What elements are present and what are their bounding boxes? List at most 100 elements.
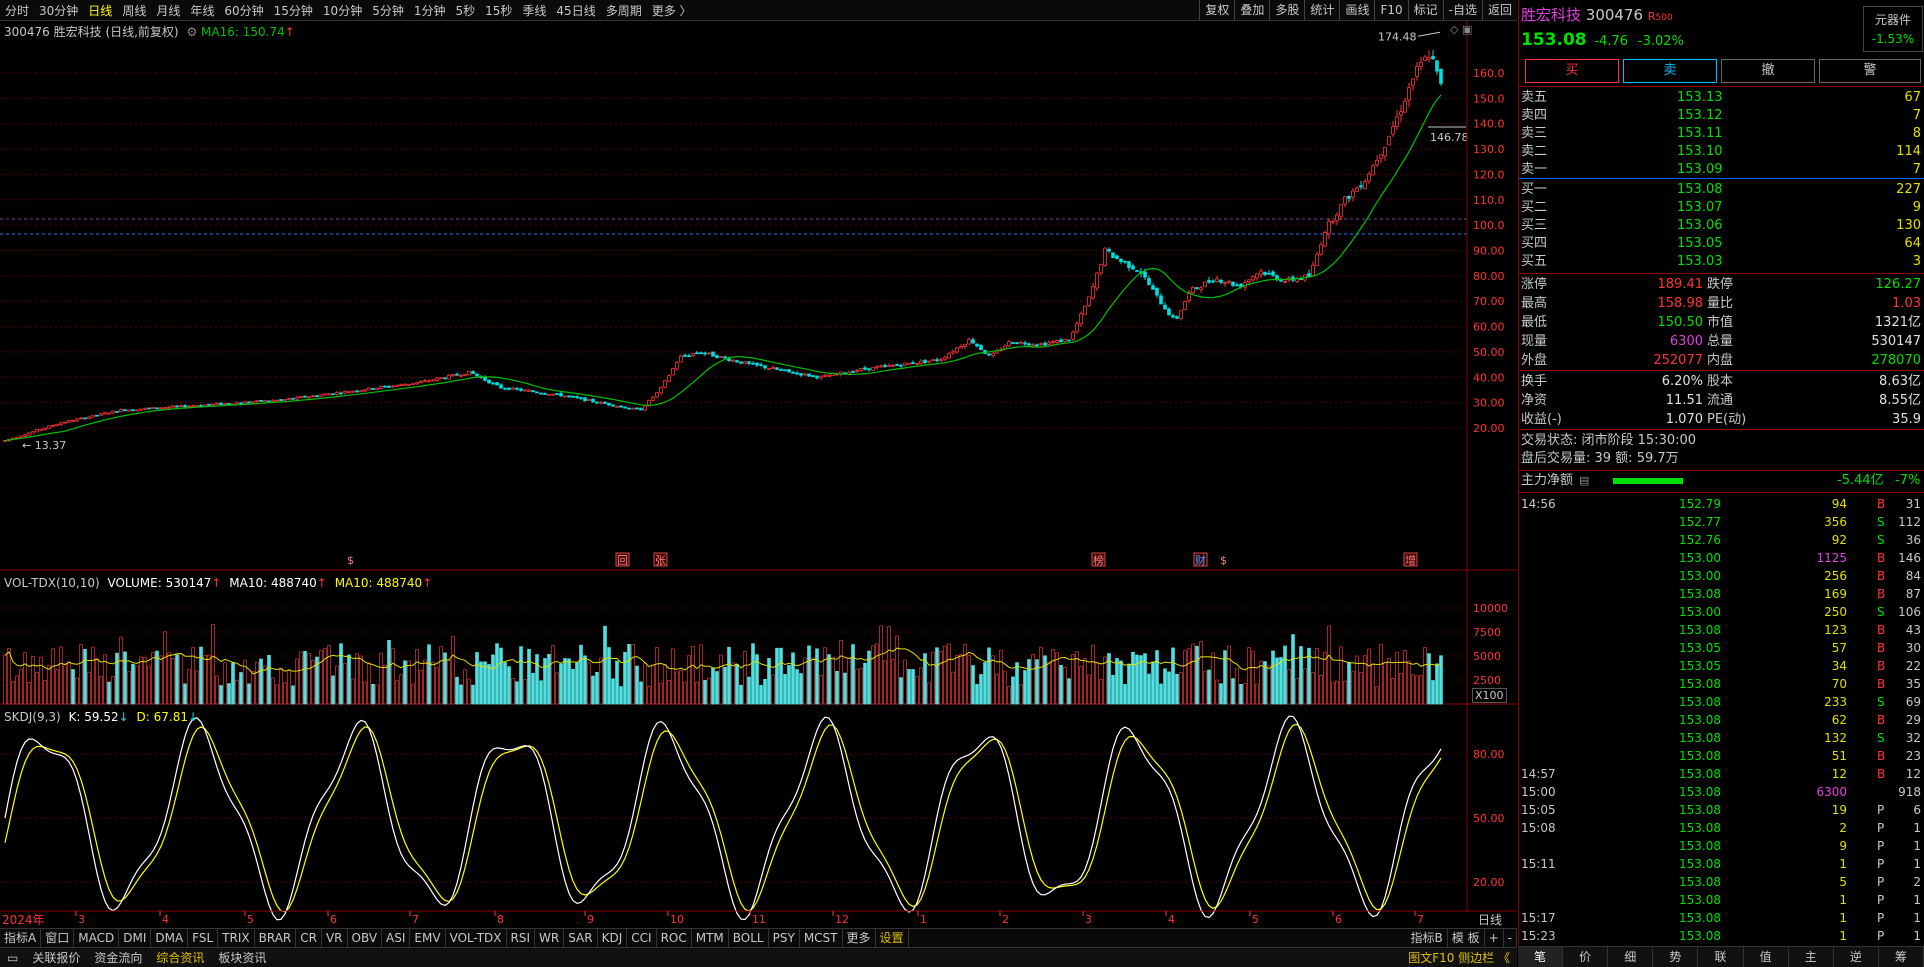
indicator-tab-3[interactable]: DMI: [119, 929, 152, 947]
indicator-right-0[interactable]: 指标B: [1407, 929, 1448, 947]
tick-row[interactable]: 152.77 356 S 112: [1519, 513, 1924, 531]
bid-row[interactable]: 买一 153.08 227: [1519, 181, 1924, 199]
period-tab-10[interactable]: 1分钟: [409, 2, 451, 19]
tick-row[interactable]: 153.08 123 B 43: [1519, 621, 1924, 639]
event-mark[interactable]: 增: [1405, 553, 1416, 567]
indicator-tab-24[interactable]: 更多: [843, 929, 876, 947]
ask-row[interactable]: 卖四 153.12 7: [1519, 107, 1924, 125]
tick-row[interactable]: 153.08 62 B 29: [1519, 711, 1924, 729]
tick-row[interactable]: 153.08 9 P 1: [1519, 837, 1924, 855]
indicator-tab-18[interactable]: CCI: [627, 929, 657, 947]
panel-tab-4[interactable]: 联: [1698, 947, 1744, 967]
tick-row[interactable]: 153.08 169 B 87: [1519, 585, 1924, 603]
tick-row[interactable]: 15:05 153.08 19 P 6: [1519, 801, 1924, 819]
indicator-tab-12[interactable]: EMV: [410, 929, 446, 947]
indicator-tab-2[interactable]: MACD: [74, 929, 120, 947]
maximize-icon[interactable]: ▣: [1462, 23, 1472, 36]
period-tab-2[interactable]: 日线: [83, 2, 117, 19]
period-tab-4[interactable]: 月线: [151, 2, 185, 19]
cancel-order-button[interactable]: 撤: [1721, 59, 1815, 83]
buy-button[interactable]: 买: [1525, 59, 1619, 83]
panel-tab-1[interactable]: 价: [1563, 947, 1609, 967]
period-tab-14[interactable]: 45日线: [551, 2, 600, 19]
period-tab-7[interactable]: 15分钟: [269, 2, 318, 19]
indicator-tab-19[interactable]: ROC: [657, 929, 692, 947]
panel-tab-6[interactable]: 主: [1789, 947, 1834, 967]
bid-row[interactable]: 买四 153.05 64: [1519, 235, 1924, 253]
indicator-tab-14[interactable]: RSI: [507, 929, 536, 947]
chart-area[interactable]: 160.0 150.0 140.0 130.0 120.0 110.0 100.0 90.00…: [0, 21, 1517, 927]
tick-row[interactable]: 14:56 152.79 94 B 31: [1519, 495, 1924, 513]
panel-tab-3[interactable]: 势: [1653, 947, 1699, 967]
indicator-tab-11[interactable]: ASI: [382, 929, 411, 947]
tick-row[interactable]: 153.00 1125 B 146: [1519, 549, 1924, 567]
indicator-tab-23[interactable]: MCST: [800, 929, 843, 947]
sector-plugin[interactable]: 元器件 -1.53%: [1863, 6, 1923, 52]
ask-row[interactable]: 卖一 153.09 7: [1519, 161, 1924, 179]
status-right[interactable]: 图文F10 侧边栏 《: [1401, 949, 1517, 966]
indicator-tab-21[interactable]: BOLL: [729, 929, 769, 947]
period-tab-5[interactable]: 年线: [185, 2, 219, 19]
panel-tab-2[interactable]: 细: [1608, 947, 1654, 967]
indicator-tab-10[interactable]: OBV: [348, 929, 383, 947]
panel-tab-5[interactable]: 值: [1744, 947, 1789, 967]
tick-row[interactable]: 15:23 153.08 1 P 1: [1519, 927, 1924, 945]
panel-tab-8[interactable]: 筹: [1879, 947, 1924, 967]
period-tab-3[interactable]: 周线: [117, 2, 151, 19]
status-item-3[interactable]: 板块资讯: [211, 949, 273, 966]
indicator-tab-0[interactable]: 指标A: [0, 929, 42, 947]
diamond-icon[interactable]: ◇: [1450, 23, 1458, 36]
tick-row[interactable]: 153.08 70 B 35: [1519, 675, 1924, 693]
indicator-tab-5[interactable]: FSL: [188, 929, 219, 947]
tick-row[interactable]: 152.76 92 S 36: [1519, 531, 1924, 549]
event-mark[interactable]: 回: [617, 554, 628, 567]
period-tab-11[interactable]: 5秒: [450, 2, 480, 19]
sell-button[interactable]: 卖: [1623, 59, 1717, 83]
tick-row[interactable]: 14:57 153.08 12 B 12: [1519, 765, 1924, 783]
tool-button-2[interactable]: 多股: [1269, 0, 1304, 20]
status-item-1[interactable]: 资金流向: [87, 949, 149, 966]
bid-row[interactable]: 买五 153.03 3: [1519, 253, 1924, 271]
period-tab-6[interactable]: 60分钟: [219, 2, 268, 19]
event-mark[interactable]: $: [347, 554, 354, 567]
tick-row[interactable]: 153.08 132 S 32: [1519, 729, 1924, 747]
period-tab-1[interactable]: 30分钟: [34, 2, 83, 19]
tool-button-6[interactable]: 标记: [1407, 0, 1443, 20]
tick-row[interactable]: 153.08 5 P 2: [1519, 873, 1924, 891]
panel-tab-0[interactable]: 笔: [1518, 947, 1564, 967]
indicator-tab-16[interactable]: SAR: [564, 929, 598, 947]
tick-row[interactable]: 153.05 57 B 30: [1519, 639, 1924, 657]
tool-button-4[interactable]: 画线: [1339, 0, 1374, 20]
tick-row[interactable]: 15:08 153.08 2 P 1: [1519, 819, 1924, 837]
indicator-tab-15[interactable]: WR: [535, 929, 565, 947]
event-mark[interactable]: 张: [655, 554, 666, 567]
tool-button-8[interactable]: 返回: [1481, 0, 1517, 20]
indicator-tab-9[interactable]: VR: [322, 929, 348, 947]
indicator-tab-20[interactable]: MTM: [692, 929, 729, 947]
panel-tab-7[interactable]: 逆: [1834, 947, 1879, 967]
indicator-tab-22[interactable]: PSY: [769, 929, 800, 947]
indicator-tab-13[interactable]: VOL-TDX: [446, 929, 507, 947]
indicator-tab-25[interactable]: 设置: [876, 929, 909, 947]
status-item-0[interactable]: 关联报价: [25, 949, 87, 966]
indicator-tab-4[interactable]: DMA: [151, 929, 189, 947]
indicator-right-2[interactable]: +: [1485, 929, 1504, 947]
period-tab-13[interactable]: 季线: [517, 2, 551, 19]
event-mark[interactable]: $: [1220, 554, 1227, 567]
tick-row[interactable]: 153.08 1 P 1: [1519, 891, 1924, 909]
indicator-right-1[interactable]: 模 板: [1448, 929, 1485, 947]
ask-row[interactable]: 卖三 153.11 8: [1519, 125, 1924, 143]
alert-button[interactable]: 警: [1819, 59, 1921, 83]
tick-row[interactable]: 15:11 153.08 1 P 1: [1519, 855, 1924, 873]
tick-row[interactable]: 153.00 250 S 106: [1519, 603, 1924, 621]
tick-row[interactable]: 15:00 153.08 6300 918: [1519, 783, 1924, 801]
tick-row[interactable]: 153.08 233 S 69: [1519, 693, 1924, 711]
indicator-tab-17[interactable]: KDJ: [598, 929, 628, 947]
period-tab-8[interactable]: 10分钟: [318, 2, 367, 19]
tool-button-1[interactable]: 叠加: [1234, 0, 1269, 20]
period-tab-0[interactable]: 分时: [0, 2, 34, 19]
indicator-tab-7[interactable]: BRAR: [255, 929, 297, 947]
period-tab-16[interactable]: 更多 〉: [647, 2, 697, 19]
ask-row[interactable]: 卖二 153.10 114: [1519, 143, 1924, 161]
tick-row[interactable]: 15:17 153.08 1 P 1: [1519, 909, 1924, 927]
